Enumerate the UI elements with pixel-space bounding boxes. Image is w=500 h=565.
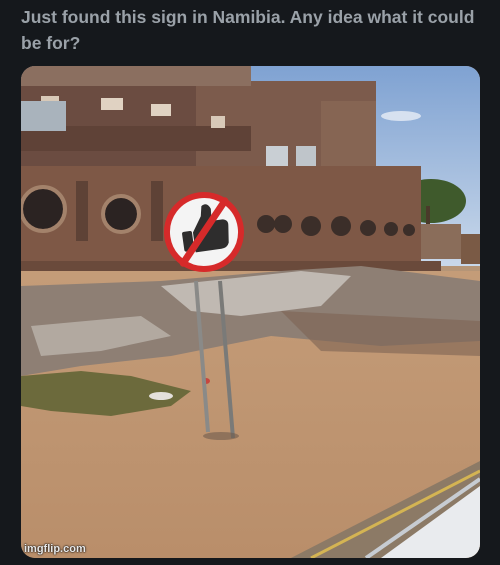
post-photo[interactable]: imgflip.com bbox=[21, 66, 480, 558]
post-text: Just found this sign in Namibia. Any ide… bbox=[21, 7, 475, 53]
namibia-sign-photo bbox=[21, 66, 480, 558]
imgflip-watermark: imgflip.com bbox=[24, 543, 86, 555]
